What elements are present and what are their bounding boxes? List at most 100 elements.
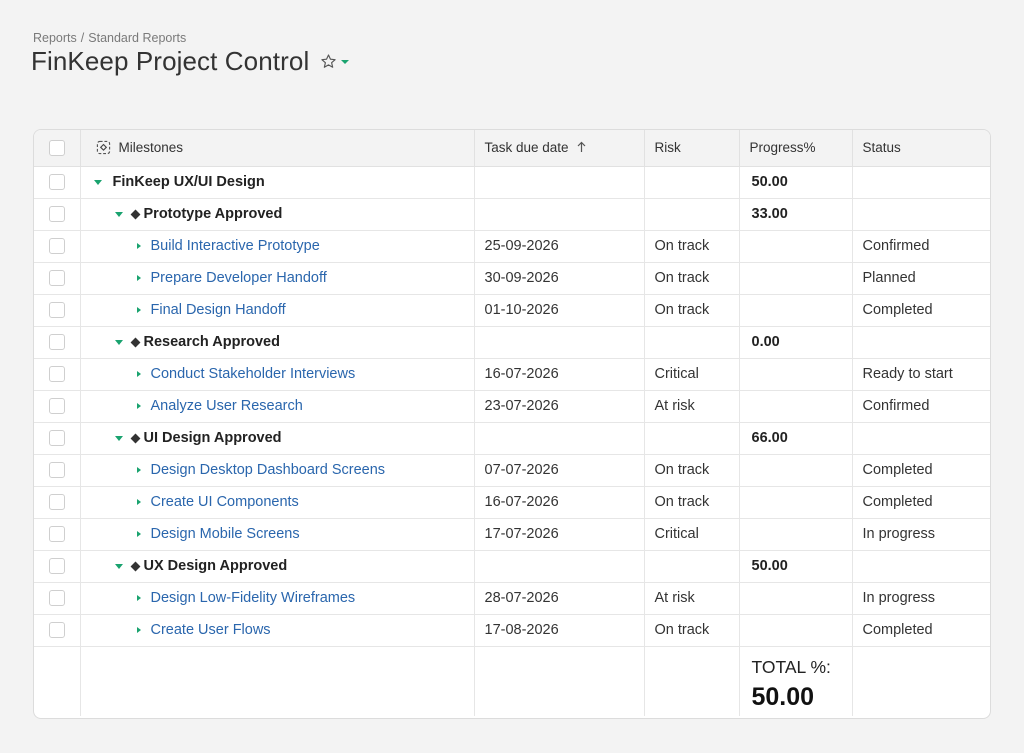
due-date-cell: 30-09-2026 (474, 262, 645, 295)
sort-arrow-up-icon[interactable] (577, 141, 586, 153)
star-icon[interactable] (320, 53, 337, 70)
status-cell (852, 166, 990, 199)
collapse-toggle-icon[interactable] (114, 563, 123, 569)
breadcrumb: Reports / Standard Reports (33, 31, 186, 45)
column-header-progress[interactable]: Progress% (739, 130, 853, 167)
row-checkbox[interactable] (48, 526, 65, 543)
row-checkbox[interactable] (48, 334, 65, 351)
table-row-milestone[interactable]: Prototype Approved 33.00 (34, 198, 990, 231)
row-check-cell (34, 294, 81, 327)
column-header-risk[interactable]: Risk (644, 130, 740, 167)
column-header-status[interactable]: Status (852, 130, 990, 167)
table-header-row: Milestones Task due date Risk Progress% … (34, 130, 990, 167)
task-link[interactable]: Prepare Developer Handoff (151, 270, 327, 286)
progress-cell (739, 390, 853, 423)
status-cell (852, 550, 990, 583)
total-value: 50.00 (751, 682, 815, 711)
row-checkbox[interactable] (48, 206, 65, 223)
row-checkbox[interactable] (48, 462, 65, 479)
expand-toggle-icon[interactable] (136, 243, 141, 249)
table-row-task[interactable]: Create UI Components 16-07-2026 On track… (34, 486, 990, 519)
table-row-milestone[interactable]: UI Design Approved 66.00 (34, 422, 990, 455)
task-link[interactable]: Create UI Components (151, 494, 299, 510)
task-link[interactable]: Design Desktop Dashboard Screens (151, 462, 386, 478)
milestone-name[interactable]: Research Approved (144, 334, 280, 350)
milestone-cell: UI Design Approved (80, 422, 475, 455)
caret-down-icon[interactable] (341, 59, 350, 64)
progress-cell: 33.00 (739, 198, 853, 231)
collapse-toggle-icon[interactable] (114, 435, 123, 441)
project-name[interactable]: FinKeep UX/UI Design (113, 174, 265, 190)
due-date-cell (474, 422, 645, 455)
expand-toggle-icon[interactable] (136, 467, 141, 473)
page-title: FinKeep Project Control (31, 46, 310, 76)
progress-cell (739, 486, 853, 519)
collapse-toggle-icon[interactable] (114, 211, 123, 217)
expand-toggle-icon[interactable] (136, 307, 141, 313)
row-checkbox[interactable] (48, 494, 65, 511)
table-row-task[interactable]: Final Design Handoff 01-10-2026 On track… (34, 294, 990, 327)
row-checkbox[interactable] (48, 366, 65, 383)
milestone-name[interactable]: Prototype Approved (144, 206, 283, 222)
row-checkbox[interactable] (48, 622, 65, 639)
task-link[interactable]: Design Mobile Screens (151, 526, 300, 542)
select-all-checkbox[interactable] (48, 139, 65, 156)
row-checkbox[interactable] (48, 430, 65, 447)
row-checkbox[interactable] (48, 302, 65, 319)
task-cell: Prepare Developer Handoff (80, 262, 475, 295)
expand-toggle-icon[interactable] (136, 595, 141, 601)
collapse-toggle-icon[interactable] (114, 339, 123, 345)
table-row-milestone[interactable]: Research Approved 0.00 (34, 326, 990, 359)
task-link[interactable]: Final Design Handoff (151, 302, 286, 318)
table-row-task[interactable]: Build Interactive Prototype 25-09-2026 O… (34, 230, 990, 263)
table-row-milestone[interactable]: UX Design Approved 50.00 (34, 550, 990, 583)
row-check-cell (34, 582, 81, 615)
row-checkbox[interactable] (48, 270, 65, 287)
expand-toggle-icon[interactable] (136, 627, 141, 633)
row-checkbox[interactable] (48, 558, 65, 575)
breadcrumb-item-reports[interactable]: Reports (33, 31, 77, 45)
total-empty-cell (80, 646, 475, 716)
column-header-due-date-label: Task due date (484, 140, 569, 156)
task-link[interactable]: Conduct Stakeholder Interviews (151, 366, 356, 382)
status-cell: Ready to start (852, 358, 990, 391)
table-row-task[interactable]: Analyze User Research 23-07-2026 At risk… (34, 390, 990, 423)
table-row-task[interactable]: Create User Flows 17-08-2026 On track Co… (34, 614, 990, 647)
table-row-task[interactable]: Prepare Developer Handoff 30-09-2026 On … (34, 262, 990, 295)
table-row-task[interactable]: Design Desktop Dashboard Screens 07-07-2… (34, 454, 990, 487)
task-link[interactable]: Analyze User Research (151, 398, 303, 414)
expand-toggle-icon[interactable] (136, 499, 141, 505)
task-cell: Design Mobile Screens (80, 518, 475, 551)
due-date-cell: 25-09-2026 (474, 230, 645, 263)
column-header-milestones[interactable]: Milestones (80, 130, 475, 167)
expand-toggle-icon[interactable] (136, 403, 141, 409)
row-checkbox[interactable] (48, 238, 65, 255)
row-checkbox[interactable] (48, 590, 65, 607)
expand-toggle-icon[interactable] (136, 275, 141, 281)
task-link[interactable]: Build Interactive Prototype (151, 238, 320, 254)
due-date-cell (474, 550, 645, 583)
breadcrumb-item-standard-reports[interactable]: Standard Reports (88, 31, 186, 45)
table-row-task[interactable]: Design Mobile Screens 17-07-2026 Critica… (34, 518, 990, 551)
task-link[interactable]: Create User Flows (151, 622, 271, 638)
task-link[interactable]: Design Low-Fidelity Wireframes (151, 590, 356, 606)
table-row-project[interactable]: FinKeep UX/UI Design 50.00 (34, 166, 990, 199)
total-progress-cell: TOTAL %: 50.00 (739, 646, 853, 716)
diamond-icon (130, 209, 140, 219)
risk-cell (644, 326, 740, 359)
status-cell: Completed (852, 486, 990, 519)
row-check-cell (34, 518, 81, 551)
risk-cell: On track (644, 486, 740, 519)
due-date-cell (474, 166, 645, 199)
table-row-task[interactable]: Conduct Stakeholder Interviews 16-07-202… (34, 358, 990, 391)
row-checkbox[interactable] (48, 398, 65, 415)
column-header-due-date[interactable]: Task due date (474, 130, 645, 167)
collapse-toggle-icon[interactable] (93, 179, 102, 185)
table-row-task[interactable]: Design Low-Fidelity Wireframes 28-07-202… (34, 582, 990, 615)
expand-toggle-icon[interactable] (136, 371, 141, 377)
task-cell: Analyze User Research (80, 390, 475, 423)
row-checkbox[interactable] (48, 174, 65, 191)
expand-toggle-icon[interactable] (136, 531, 141, 537)
milestone-name[interactable]: UX Design Approved (144, 558, 288, 574)
milestone-name[interactable]: UI Design Approved (144, 430, 282, 446)
